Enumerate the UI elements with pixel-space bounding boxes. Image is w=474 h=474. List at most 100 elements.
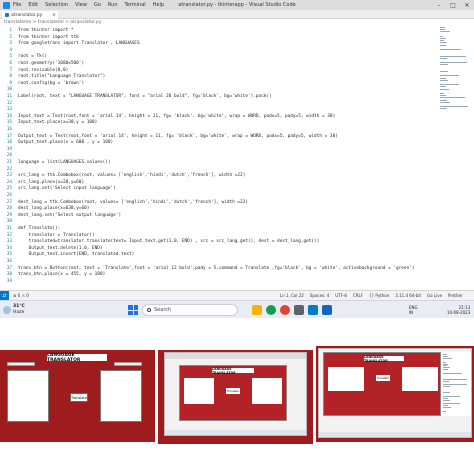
problems-indicator[interactable]: ⊗ 0 ⚠ 0	[13, 293, 29, 298]
mini-code-line	[443, 373, 463, 374]
code-text: root.resizable(0,0)	[18, 67, 69, 73]
minimap-line	[440, 42, 448, 44]
taskbar-search[interactable]: Search	[142, 304, 238, 316]
vscode-taskbar-icon[interactable]	[308, 305, 318, 315]
code-text: dest_lang.place(x=630,y=60)	[18, 206, 90, 212]
code-text: def Translate():	[18, 226, 61, 231]
input-language[interactable]: ENG IN	[409, 305, 418, 315]
output-text-area[interactable]	[402, 367, 438, 391]
app-title-label: LANGUAGE TRANSLATOR	[212, 367, 254, 375]
minimap[interactable]	[440, 27, 470, 147]
code-text: src_lang = ttk.Combobox(root, values= ['…	[18, 173, 246, 179]
code-text: trans_btn.place(x = 455, y = 180)	[18, 272, 106, 278]
window-controls: – □ ✕	[432, 0, 474, 10]
mini-code-line	[443, 354, 448, 355]
dest-language-combobox[interactable]	[114, 362, 142, 366]
code-text: root = Tk()	[18, 54, 48, 60]
source-language-combobox[interactable]	[7, 362, 35, 366]
minimap-line	[440, 55, 467, 57]
store-icon[interactable]	[294, 305, 304, 315]
translate-button[interactable]: Translate	[226, 388, 240, 394]
mini-code-line	[443, 405, 449, 407]
minimap-line	[440, 38, 446, 39]
translator-window-2: LANGUAGE TRANSLATOR Translate	[179, 365, 287, 421]
minimap-line	[440, 44, 446, 46]
code-text: translated=translator.translate(text= In…	[18, 239, 320, 245]
weather-condition: Haze	[13, 310, 25, 315]
weather-temp: 31°C	[13, 304, 25, 309]
menu-file[interactable]: File	[13, 2, 21, 8]
input-text-area[interactable]	[184, 378, 214, 404]
mini-code-line	[443, 395, 461, 397]
tab-label: atranslator.py	[11, 12, 43, 18]
input-text-area[interactable]	[328, 367, 364, 391]
minimap-line	[440, 75, 459, 77]
menu-view[interactable]: View	[75, 2, 87, 8]
chrome-icon[interactable]	[280, 305, 290, 315]
close-icon[interactable]: ✕	[460, 0, 474, 10]
mini-code-line	[443, 384, 468, 386]
windows-start-icon[interactable]	[128, 305, 138, 315]
minimap-line	[440, 64, 448, 66]
code-text: src_lang.place(x=20,y=60)	[18, 179, 85, 185]
python-interpreter[interactable]: 3.11.4 64-bit	[395, 293, 421, 298]
indentation[interactable]: Spaces: 4	[310, 293, 329, 298]
code-text: root.config(bg = 'brown')	[18, 80, 85, 86]
translate-button[interactable]: Translate	[376, 375, 390, 381]
language-mode[interactable]: {} Python	[369, 293, 389, 298]
minimap-line	[440, 57, 447, 59]
translate-button[interactable]: Translate	[70, 393, 88, 402]
mini-taskbar	[165, 430, 306, 435]
line-ending[interactable]: CRLF	[353, 293, 363, 298]
mini-code-line	[443, 367, 450, 369]
desktop-screenshot-3: LANGUAGE TRANSLATOR Translate	[318, 348, 472, 438]
title-bar: File Edit Selection View Go Run Terminal…	[0, 0, 474, 10]
weather-widget[interactable]: 31°C Haze	[3, 303, 43, 317]
maximize-icon[interactable]: □	[446, 0, 460, 10]
mini-code-line	[443, 386, 451, 388]
close-tab-icon[interactable]: ×	[52, 13, 56, 18]
tab-atranslator[interactable]: atranslator.py ×	[2, 11, 58, 19]
minimap-line	[440, 86, 446, 88]
minimap-line	[440, 27, 445, 28]
code-text: Label(root, text = "LANGUAGE TRANSLATOR"…	[18, 94, 272, 99]
go-live-button[interactable]: Go Live	[427, 293, 442, 298]
menu-go[interactable]: Go	[94, 2, 101, 8]
prettier-status[interactable]: Prettier	[448, 293, 463, 298]
code-line[interactable]: 39	[0, 278, 430, 285]
edge-icon[interactable]	[266, 305, 276, 315]
mini-code-line	[443, 361, 446, 363]
minimize-icon[interactable]: –	[432, 0, 446, 10]
minimap-line	[440, 79, 449, 81]
status-right: Ln 1, Col 22 Spaces: 4 UTF-8 CRLF {} Pyt…	[280, 291, 463, 300]
menu-run[interactable]: Run	[108, 2, 118, 8]
app-title-label: LANGUAGE TRANSLATOR	[364, 355, 404, 363]
menu-terminal[interactable]: Terminal	[125, 2, 146, 8]
output-text-area[interactable]	[100, 370, 142, 422]
minimap-line	[440, 29, 446, 31]
menu-help[interactable]: Help	[153, 2, 164, 8]
mail-icon[interactable]	[322, 305, 332, 315]
code-text: Input_text = Text(root,font = 'arial 14'…	[18, 113, 336, 119]
cursor-position[interactable]: Ln 1, Col 22	[280, 293, 304, 298]
breadcrumb[interactable]: translateme > translateml > atranslator.…	[4, 20, 102, 25]
code-text: language = list(LANGUAGES.values())	[18, 160, 111, 165]
code-editor[interactable]: 1 from tkinter import * 2 from tkinter impo…	[0, 27, 474, 290]
code-text: root.geometry('1080x500')	[18, 61, 85, 66]
screenshot-root: File Edit Selection View Go Run Terminal…	[0, 0, 474, 474]
code-text: Output_text.place(x = 600 , y = 100)	[18, 140, 114, 146]
mini-code-line	[443, 392, 450, 393]
minimap-line	[440, 93, 444, 94]
desktop-screenshot-2: LANGUAGE TRANSLATOR Translate	[164, 352, 307, 436]
menu-edit[interactable]: Edit	[28, 2, 38, 8]
mini-code-line	[443, 363, 448, 365]
remote-icon[interactable]: ⇄	[0, 291, 9, 300]
menu-selection[interactable]: Selection	[45, 2, 68, 8]
file-explorer-icon[interactable]	[252, 305, 262, 315]
mini-code-line	[443, 411, 447, 412]
input-text-area[interactable]	[7, 370, 49, 422]
mini-code-line	[443, 380, 449, 382]
clock[interactable]: 21:13 10-08-2023	[447, 305, 470, 315]
output-text-area[interactable]	[252, 378, 282, 404]
encoding[interactable]: UTF-8	[335, 293, 347, 298]
